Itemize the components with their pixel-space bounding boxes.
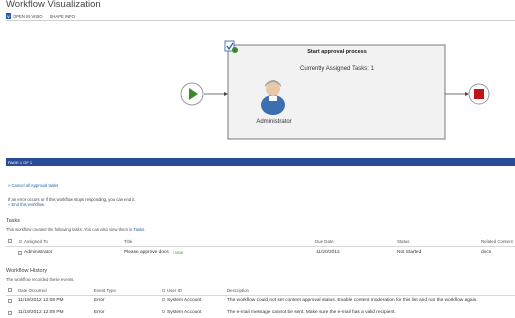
col-date-occurred[interactable]: Date Occurred: [18, 288, 47, 293]
col-due-date[interactable]: Due Date: [315, 239, 334, 244]
task-assigned-to: Administrator: [24, 250, 53, 255]
history-event: Error: [94, 298, 105, 303]
row-checkbox[interactable]: [8, 311, 12, 315]
tasks-select-all-checkbox[interactable]: [8, 239, 12, 243]
history-heading: Workflow History: [6, 268, 48, 274]
tasks-description: This workflow created the following task…: [6, 227, 145, 232]
related-content-link[interactable]: docs: [481, 250, 491, 255]
col-event-type[interactable]: Event Type: [94, 288, 116, 293]
history-user-name[interactable]: System Account: [167, 298, 201, 303]
column-type-icon: [162, 289, 165, 293]
col-user-id[interactable]: User ID: [162, 288, 182, 293]
history-description-text: The e-mail message cannot be sent. Make …: [227, 310, 396, 315]
assignee-label: Administrator: [256, 119, 291, 125]
visio-icon: V: [6, 13, 11, 19]
col-user-id-label: User ID: [167, 288, 182, 293]
history-user: System Account: [162, 310, 201, 315]
col-status[interactable]: Status: [397, 239, 409, 244]
col-assigned-to-label: Assigned To: [24, 239, 48, 244]
ribbon-toolbar: V OPEN IN VISIO SHAPE INFO: [6, 12, 75, 20]
table-row: 11/19/2012 12:08 PM Error System Account…: [0, 297, 515, 307]
table-row: Administrator Please approve docs ! NEW …: [0, 247, 515, 259]
history-user: System Account: [162, 298, 201, 303]
end-workflow-link[interactable]: » End this workflow.: [8, 202, 45, 207]
page-title: Workflow Visualization: [6, 0, 101, 10]
history-header-divider: [6, 295, 515, 296]
history-event: Error: [94, 310, 105, 315]
user-presence-icon: [162, 310, 165, 314]
shape-info-label: SHAPE INFO: [49, 13, 75, 19]
cancel-all-approval-tasks-link[interactable]: » Cancel all Approval tasks: [8, 183, 58, 188]
row-checkbox[interactable]: [8, 299, 12, 303]
arrow-head-icon: [224, 92, 228, 96]
assigned-tasks-count: Currently Assigned Tasks: 1: [300, 66, 375, 72]
page-indicator-label: PAGE 1 OF 1: [8, 159, 33, 165]
history-user-name[interactable]: System Account: [167, 310, 201, 315]
arrow-head-icon: [465, 92, 469, 96]
history-description-text: The workflow could not set content appro…: [227, 298, 478, 303]
col-related-content[interactable]: Related Content: [481, 239, 513, 244]
row-checkbox[interactable]: [18, 251, 22, 255]
end-node-icon[interactable]: [468, 83, 490, 105]
user-presence-icon: [162, 298, 165, 302]
open-in-visio-label: OPEN IN VISIO: [13, 13, 43, 19]
history-select-all-checkbox[interactable]: [8, 288, 12, 292]
history-description: The workflow recorded these events.: [6, 277, 75, 282]
task-title-link[interactable]: Please approve docs: [124, 250, 169, 255]
history-date: 11/19/2012 12:08 PM: [18, 298, 64, 303]
task-title: Start approval process: [307, 49, 367, 55]
col-title[interactable]: Title: [124, 239, 132, 244]
table-row: 11/19/2012 12:08 PM Error System Account…: [0, 309, 515, 318]
history-date: 11/19/2012 12:08 PM: [18, 310, 64, 315]
new-badge: ! NEW: [173, 251, 184, 255]
tasks-heading: Tasks: [6, 218, 21, 224]
open-in-visio-button[interactable]: V OPEN IN VISIO: [6, 13, 43, 19]
tasks-description-text: This workflow created the following task…: [6, 227, 134, 232]
col-assigned-to[interactable]: Assigned To: [19, 239, 48, 244]
workflow-canvas: Start approval process Currently Assigne…: [6, 20, 515, 159]
tasks-description-end: .: [144, 227, 146, 232]
shape-info-button[interactable]: SHAPE INFO: [50, 14, 75, 19]
col-description[interactable]: Description: [227, 288, 249, 293]
task-status: Not Started: [397, 250, 422, 255]
column-type-icon: [19, 240, 22, 244]
tasks-list-link[interactable]: Tasks: [133, 227, 144, 232]
task-due-date: 11/20/2012: [316, 250, 340, 255]
page-indicator-bar: PAGE 1 OF 1: [6, 158, 515, 166]
start-node-icon[interactable]: [180, 82, 204, 106]
